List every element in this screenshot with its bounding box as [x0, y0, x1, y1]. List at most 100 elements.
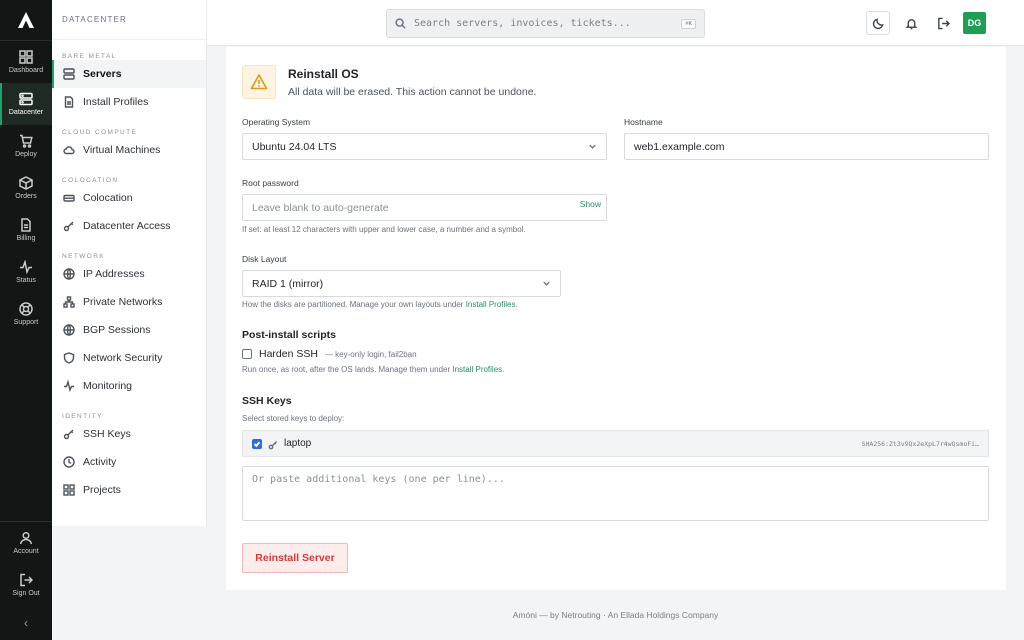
rail-label: Datacenter: [8, 109, 44, 116]
script-note: — key-only login, fail2ban: [324, 349, 417, 359]
rail-label: Billing: [16, 235, 36, 242]
cart-icon: [20, 134, 33, 148]
notifications-button[interactable]: [899, 11, 923, 35]
search-icon: [395, 18, 406, 29]
os-select-value: Ubuntu 24.04 LTS: [252, 140, 337, 153]
rail-item-deploy[interactable]: Deploy: [0, 125, 52, 167]
script-row-harden-ssh[interactable]: Harden SSH — key-only login, fail2ban: [242, 348, 417, 360]
sidebar-item-label: BGP Sessions: [83, 324, 151, 336]
ssh-key-row[interactable]: laptop SHA256:Zt3v9Qx2eXpL7r4wQsmoFi…: [242, 430, 989, 457]
sidebar-item-monitoring[interactable]: Monitoring: [52, 372, 206, 400]
document-icon: [64, 96, 74, 108]
rail-item-datacenter[interactable]: Datacenter: [0, 83, 52, 125]
sidebar-item-projects[interactable]: Projects: [52, 476, 206, 504]
sign-out-button[interactable]: [931, 11, 955, 35]
key-icon: [268, 439, 278, 449]
disk-layout-help-text: How the disks are partitioned. Manage yo…: [242, 300, 464, 309]
network-icon: [63, 296, 75, 308]
disk-layout-label: Disk Layout: [242, 254, 287, 264]
rail-label: Status: [16, 277, 36, 284]
os-select[interactable]: Ubuntu 24.04 LTS: [242, 133, 607, 160]
document-icon: [21, 218, 31, 232]
key-checkbox[interactable]: [252, 438, 262, 449]
checkmark-icon: [253, 441, 261, 447]
hostname-field[interactable]: [624, 133, 989, 160]
avatar[interactable]: DG: [963, 12, 986, 34]
section-sidebar: DATACENTER BARE METAL Servers Install Pr…: [52, 0, 207, 526]
show-password-link[interactable]: Show: [580, 199, 601, 209]
key-icon: [63, 221, 74, 232]
rail-item-support[interactable]: Support: [0, 293, 52, 335]
rail-item-status[interactable]: Status: [0, 251, 52, 293]
sign-out-icon: [20, 573, 33, 587]
sidebar-item-label: SSH Keys: [83, 428, 131, 440]
post-install-help-text: Run once, as root, after the OS lands. M…: [242, 365, 451, 374]
reinstall-os-card: Reinstall OS All data will be erased. Th…: [226, 47, 1006, 590]
rail-label: Deploy: [15, 151, 37, 158]
password-input[interactable]: [252, 201, 597, 214]
post-install-help: Run once, as root, after the OS lands. M…: [242, 365, 505, 374]
harden-ssh-checkbox[interactable]: [242, 349, 252, 359]
password-label: Root password: [242, 178, 299, 188]
hostname-label: Hostname: [624, 117, 663, 127]
install-profiles-link[interactable]: Install Profiles: [452, 365, 502, 374]
section-label-cloud-compute: CLOUD COMPUTE: [62, 129, 138, 136]
sidebar-item-colocation[interactable]: Colocation: [52, 184, 206, 212]
sidebar-item-bgp-sessions[interactable]: BGP Sessions: [52, 316, 206, 344]
page-subtitle: All data will be erased. This action can…: [288, 86, 537, 98]
rail-item-sign-out[interactable]: Sign Out: [0, 564, 52, 606]
reinstall-server-button[interactable]: Reinstall Server: [242, 543, 348, 573]
globe-icon: [63, 324, 75, 336]
key-fingerprint: SHA256:Zt3v9Qx2eXpL7r4wQsmoFi…: [861, 439, 979, 448]
rail-item-billing[interactable]: Billing: [0, 209, 52, 251]
os-label: Operating System: [242, 117, 311, 127]
shield-icon: [63, 352, 75, 364]
rail-item-dashboard[interactable]: Dashboard: [0, 41, 52, 83]
globe-icon: [63, 268, 75, 280]
chevron-down-icon: [589, 144, 596, 149]
rail-item-account[interactable]: Account: [0, 522, 52, 564]
rail-item-orders[interactable]: Orders: [0, 167, 52, 209]
app-rail: Dashboard Datacenter Deploy Orders Billi…: [0, 0, 52, 640]
sidebar-item-label: Network Security: [83, 352, 163, 364]
activity-icon: [64, 380, 74, 392]
sidebar-item-ssh-keys[interactable]: SSH Keys: [52, 420, 206, 448]
bell-icon: [905, 18, 917, 29]
key-icon: [63, 429, 74, 440]
hostname-input[interactable]: [634, 140, 979, 153]
section-label-network: NETWORK: [62, 253, 106, 260]
theme-toggle-button[interactable]: [866, 11, 890, 35]
warning-badge: [242, 65, 276, 99]
grid-icon: [19, 50, 33, 64]
sidebar-item-virtual-machines[interactable]: Virtual Machines: [52, 136, 206, 164]
password-field[interactable]: Show: [242, 194, 607, 221]
moon-icon: [872, 17, 884, 29]
sidebar-item-ip-addresses[interactable]: IP Addresses: [52, 260, 206, 288]
sidebar-item-servers[interactable]: Servers: [52, 60, 206, 88]
post-install-title: Post-install scripts: [242, 329, 336, 341]
section-label-identity: IDENTITY: [62, 413, 103, 420]
sidebar-item-label: Private Networks: [83, 296, 163, 308]
app-logo[interactable]: [0, 0, 52, 40]
sidebar-item-label: Virtual Machines: [83, 144, 161, 156]
sidebar-title: DATACENTER: [52, 0, 206, 40]
install-profiles-link[interactable]: Install Profiles: [466, 300, 516, 309]
search-input[interactable]: [414, 18, 674, 29]
sidebar-item-activity[interactable]: Activity: [52, 448, 206, 476]
paste-keys-textarea[interactable]: [242, 466, 989, 521]
rail-label: Orders: [15, 193, 37, 200]
sidebar-item-datacenter-access[interactable]: Datacenter Access: [52, 212, 206, 240]
sidebar-item-label: Projects: [83, 484, 121, 496]
chevron-down-icon: [543, 281, 550, 286]
sidebar-item-private-networks[interactable]: Private Networks: [52, 288, 206, 316]
rail-label: Support: [13, 319, 39, 326]
search-box[interactable]: ⌘K: [386, 9, 705, 38]
hdd-icon: [63, 194, 75, 202]
disk-layout-select[interactable]: RAID 1 (mirror): [242, 270, 561, 297]
sidebar-item-network-security[interactable]: Network Security: [52, 344, 206, 372]
ssh-keys-subtitle: Select stored keys to deploy:: [242, 414, 345, 423]
sidebar-item-install-profiles[interactable]: Install Profiles: [52, 88, 206, 116]
collapse-icon[interactable]: ‹: [0, 606, 52, 640]
rail-label: Dashboard: [8, 67, 44, 74]
section-label-colocation: COLOCATION: [62, 177, 119, 184]
